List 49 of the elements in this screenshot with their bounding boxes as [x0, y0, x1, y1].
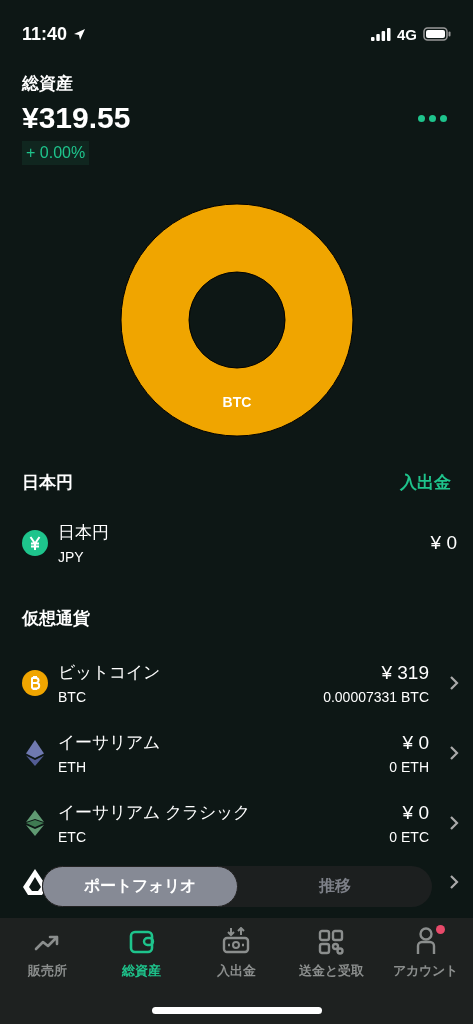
section-title: 仮想通貨	[22, 607, 90, 630]
asset-code: JPY	[58, 549, 85, 565]
asset-value: ¥ 0	[402, 731, 429, 754]
asset-name: イーサリアム クラシック	[58, 802, 251, 824]
chevron-right-icon	[449, 815, 459, 831]
person-icon	[414, 927, 437, 955]
asset-row[interactable]: イーサリアム ETH ¥ 0 0 ETH	[0, 718, 473, 788]
ethereum-icon	[26, 740, 44, 766]
signal-icon	[371, 27, 391, 41]
qr-code-icon	[318, 929, 345, 955]
banknote-arrows-icon	[222, 927, 251, 955]
asset-row[interactable]: 日本円 JPY ¥ 0	[0, 508, 473, 578]
status-time: 11:40	[22, 23, 68, 45]
chevron-right-icon	[449, 745, 459, 761]
ethereum-classic-icon	[26, 810, 44, 836]
chevron-right-icon	[449, 675, 459, 691]
asset-amount: 0 ETH	[389, 758, 429, 775]
wallet-icon	[127, 929, 156, 955]
asset-name: ビットコイン	[58, 662, 161, 684]
asset-row[interactable]: イーサリアム クラシック ETC ¥ 0 0 ETC	[0, 788, 473, 858]
network-type: 4G	[397, 25, 417, 43]
tab-bar-item[interactable]: 送金と受取	[283, 922, 379, 980]
asset-value: ¥ 0	[402, 801, 429, 824]
bitcoin-icon	[22, 670, 48, 696]
total-balance: ¥319.55	[22, 101, 131, 135]
asset-name: 日本円	[58, 522, 110, 544]
section-title: 総資産	[22, 73, 74, 95]
asset-row[interactable]: ビットコイン BTC ¥ 319 0.00007331 BTC	[0, 648, 473, 718]
view-tab[interactable]: 推移	[238, 866, 432, 907]
location-arrow-icon	[73, 27, 87, 41]
yen-coin-icon	[22, 530, 48, 556]
asset-code: ETH	[58, 759, 87, 775]
chevron-right-icon	[449, 874, 459, 890]
asset-amount: 0.00007331 BTC	[323, 688, 429, 705]
tab-bar-item[interactable]: 販売所	[0, 922, 95, 980]
asset-value: ¥ 319	[381, 661, 429, 684]
asset-value: ¥ 0	[430, 532, 457, 554]
segment-label: BTC	[222, 394, 251, 410]
section-title: 日本円	[22, 471, 73, 494]
change-percentage: + 0.00%	[22, 141, 90, 165]
asset-amount: 0 ETC	[389, 828, 429, 845]
asset-code: ETC	[58, 829, 87, 845]
asset-name: イーサリアム	[58, 732, 161, 754]
battery-icon	[423, 27, 451, 41]
asset-code: BTC	[58, 689, 87, 705]
tab-bar-item[interactable]: 入出金	[189, 922, 284, 980]
tab-bar-item[interactable]: 総資産	[94, 922, 190, 980]
tab-bar-item[interactable]: アカウント	[378, 922, 473, 980]
deposit-withdraw-link[interactable]: 入出金	[400, 470, 451, 494]
